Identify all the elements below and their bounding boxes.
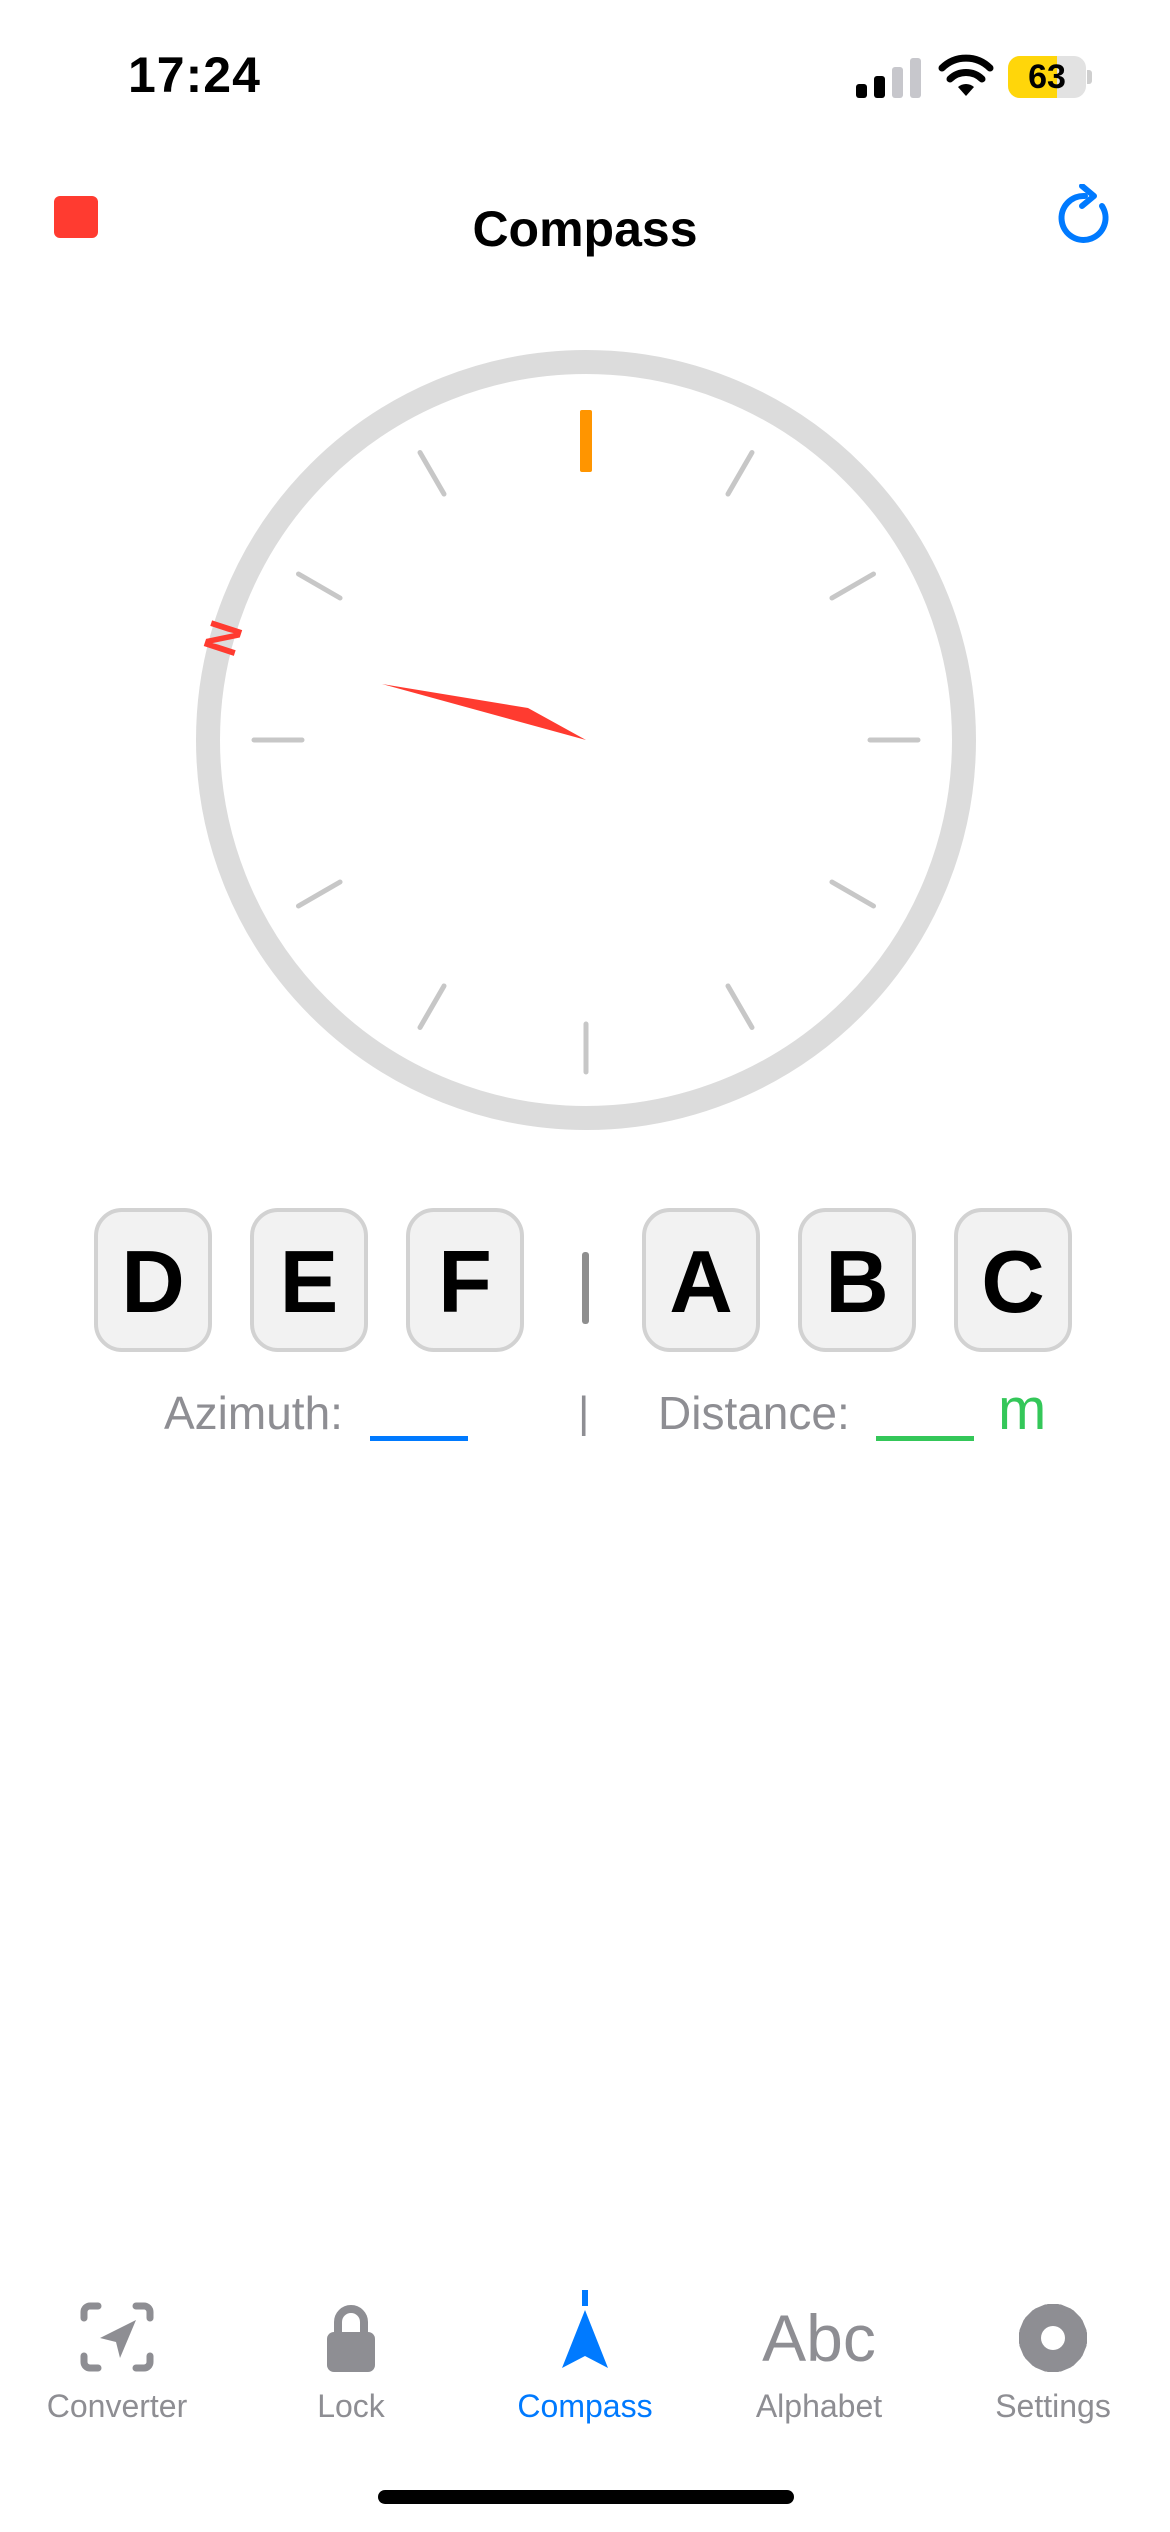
key-a[interactable]: A: [642, 1208, 760, 1352]
distance-label: Distance:: [658, 1387, 850, 1439]
gear-icon: [1019, 2304, 1087, 2372]
azimuth-label: Azimuth:: [164, 1387, 343, 1439]
key-e[interactable]: E: [250, 1208, 368, 1352]
azimuth-value: [370, 1436, 468, 1441]
tab-label-compass: Compass: [517, 2388, 653, 2424]
distance-unit: m: [998, 1377, 1047, 1442]
compass-arrow-icon: [562, 2290, 608, 2368]
tab-compass[interactable]: Compass: [468, 2290, 702, 2440]
refresh-icon[interactable]: [1052, 184, 1118, 250]
key-b[interactable]: B: [798, 1208, 916, 1352]
tab-label-converter: Converter: [46, 2388, 188, 2424]
page-title: Compass: [472, 201, 698, 257]
tab-label-alphabet: Alphabet: [755, 2388, 883, 2424]
readout-divider: |: [578, 1388, 590, 1437]
wifi-icon: [938, 54, 994, 96]
distance-value: [876, 1436, 974, 1441]
key-divider: [582, 1252, 589, 1324]
status-time: 17:24: [128, 47, 261, 103]
key-d[interactable]: D: [94, 1208, 212, 1352]
tab-settings[interactable]: Settings: [936, 2290, 1170, 2440]
battery-level: 63: [1028, 58, 1066, 96]
tab-alphabet[interactable]: Abc Alphabet: [702, 2290, 936, 2440]
cellular-signal-icon: [856, 58, 921, 98]
key-c[interactable]: C: [954, 1208, 1072, 1352]
tab-label-settings: Settings: [995, 2388, 1111, 2424]
compass-dial: N: [196, 350, 976, 1130]
abc-icon: Abc: [762, 2301, 876, 2375]
home-indicator: [378, 2490, 794, 2504]
battery-icon: 63: [1008, 56, 1092, 98]
heading-marker: [580, 410, 592, 472]
tab-converter[interactable]: Converter: [0, 2290, 234, 2440]
lock-icon: [327, 2305, 375, 2372]
key-f[interactable]: F: [406, 1208, 524, 1352]
location-scan-icon: [80, 2302, 154, 2372]
tab-lock[interactable]: Lock: [234, 2290, 468, 2440]
tab-label-lock: Lock: [317, 2388, 385, 2424]
